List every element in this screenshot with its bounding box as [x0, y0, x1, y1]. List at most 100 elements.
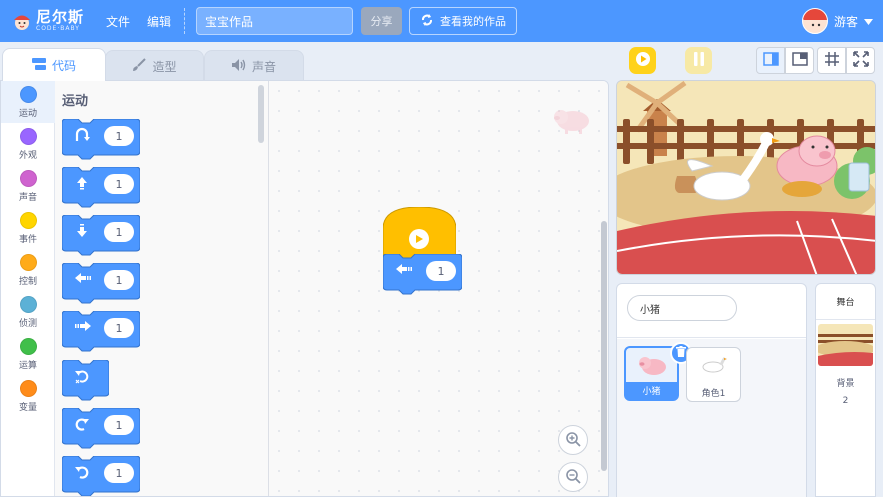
menu-edit[interactable]: 编辑	[147, 13, 171, 30]
tab-costume-label: 造型	[152, 60, 177, 74]
category-menu: 运动 外观 声音 事件 控制 侦测 运算 变量	[1, 81, 55, 496]
category-variables[interactable]: 变量	[1, 375, 55, 417]
workspace-scrollbar[interactable]	[601, 221, 607, 471]
sprite-list: 小猪 角色1	[617, 339, 806, 497]
block-move-down[interactable]: 1	[62, 215, 140, 256]
avatar	[801, 8, 828, 34]
when-flag-clicked-block[interactable]	[382, 206, 457, 264]
sprite-card-pig[interactable]: 小猪	[624, 342, 692, 401]
category-events[interactable]: 事件	[1, 207, 55, 249]
category-motion[interactable]: 运动	[1, 81, 55, 123]
block-value[interactable]: 1	[104, 463, 134, 483]
backdrop-thumbnail[interactable]	[818, 324, 873, 366]
tab-sound-label: 声音	[251, 60, 276, 74]
palette-scrollbar[interactable]	[258, 85, 264, 143]
move-right-icon	[74, 319, 94, 339]
category-label: 运动	[18, 109, 37, 119]
zoom-out-button[interactable]	[558, 462, 588, 492]
reset-icon	[74, 368, 94, 388]
hop-icon	[74, 127, 94, 147]
block-turn-left[interactable]: 1	[62, 456, 140, 496]
turn-left-icon	[74, 464, 94, 484]
category-label: 运算	[18, 361, 37, 371]
block-value[interactable]: 1	[104, 270, 134, 290]
category-dot	[19, 338, 37, 355]
block-value[interactable]: 1	[104, 222, 134, 242]
block-value[interactable]: 1	[104, 318, 134, 338]
block-turn-right[interactable]: 1	[62, 408, 140, 449]
backdrop-label: 背景	[836, 379, 855, 389]
stage-panel-title: 舞台	[816, 284, 875, 320]
tab-sound[interactable]: 声音	[204, 50, 304, 82]
category-label: 侦测	[18, 319, 37, 329]
zoom-in-button[interactable]	[558, 425, 588, 455]
fullscreen-button[interactable]	[846, 47, 875, 74]
block-value[interactable]: 1	[104, 415, 134, 435]
move-left-icon	[74, 271, 94, 291]
zoom-out-icon	[565, 468, 581, 487]
refresh-icon	[420, 13, 434, 30]
category-label: 事件	[18, 235, 37, 245]
app-logo[interactable]: 尼尔斯 CODE·BABY	[12, 8, 84, 34]
category-label: 外观	[18, 151, 37, 161]
pause-button[interactable]	[685, 47, 712, 74]
user-menu[interactable]: 游客	[801, 7, 873, 35]
small-stage-icon	[762, 52, 779, 69]
grid-toggle-button[interactable]	[817, 47, 846, 74]
green-flag-icon	[409, 229, 429, 249]
block-value[interactable]: 1	[104, 126, 134, 146]
category-sound[interactable]: 声音	[1, 165, 55, 207]
category-dot	[19, 170, 37, 187]
fullscreen-icon	[852, 51, 869, 70]
script-workspace[interactable]: 1	[269, 81, 608, 496]
sprite-card-role1[interactable]: 角色1	[686, 347, 741, 402]
grid-icon	[824, 51, 840, 70]
username: 游客	[833, 14, 858, 29]
block-move-left[interactable]: 1	[62, 263, 140, 304]
category-sensing[interactable]: 侦测	[1, 291, 55, 333]
block-move-up[interactable]: 1	[62, 167, 140, 208]
sprite-name-input[interactable]	[627, 295, 737, 321]
backdrop-count: 2	[842, 396, 849, 406]
my-works-label: 查看我的作品	[440, 15, 506, 28]
sprite-panel: 小猪 角色1	[616, 283, 807, 497]
move-up-icon	[74, 175, 94, 195]
trash-icon	[676, 346, 686, 360]
move-left-icon	[395, 262, 415, 282]
category-dot	[19, 128, 37, 145]
sprite-info	[617, 284, 806, 338]
stage-canvas[interactable]	[616, 80, 876, 275]
sprite-card-label: 小猪	[626, 382, 677, 399]
small-stage-button[interactable]	[756, 47, 785, 74]
brush-icon	[132, 58, 147, 75]
turn-right-icon	[74, 416, 94, 436]
block-value[interactable]: 1	[104, 174, 134, 194]
large-stage-button[interactable]	[785, 47, 814, 74]
category-dot	[19, 296, 37, 313]
my-works-button[interactable]: 查看我的作品	[409, 7, 517, 35]
block-palette: 运动 1 1 1 1 1 1 1	[55, 81, 269, 496]
block-value[interactable]: 1	[426, 261, 456, 281]
large-stage-icon	[791, 52, 808, 69]
block-reset[interactable]	[62, 360, 109, 401]
move-down-icon	[74, 223, 94, 243]
category-control[interactable]: 控制	[1, 249, 55, 291]
speaker-icon	[231, 59, 246, 74]
topbar-divider	[184, 8, 185, 34]
zoom-in-icon	[565, 431, 581, 450]
tab-code[interactable]: 代码	[2, 48, 106, 81]
category-looks[interactable]: 外观	[1, 123, 55, 165]
category-label: 变量	[18, 403, 37, 413]
run-button[interactable]	[629, 47, 656, 74]
stage-selector[interactable]: 舞台 背景 2	[815, 283, 876, 497]
category-operators[interactable]: 运算	[1, 333, 55, 375]
share-button[interactable]: 分享	[361, 7, 402, 35]
block-move-right[interactable]: 1	[62, 311, 140, 352]
block-hop[interactable]: 1	[62, 119, 140, 160]
category-dot	[19, 86, 37, 103]
tab-costume[interactable]: 造型	[105, 50, 204, 82]
sprite-card-label: 角色1	[701, 389, 726, 399]
script-block-move-left[interactable]: 1	[383, 254, 462, 295]
menu-file[interactable]: 文件	[106, 13, 130, 30]
project-title-input[interactable]	[196, 7, 353, 35]
